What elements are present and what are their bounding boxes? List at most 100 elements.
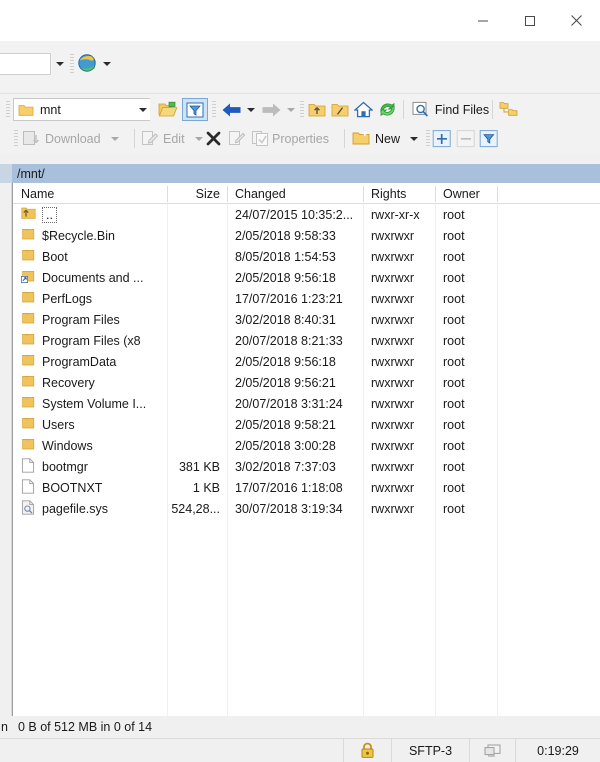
cell-name[interactable]: Program Files (x8: [16, 330, 168, 351]
select-more-button[interactable]: [432, 127, 452, 150]
refresh-button[interactable]: [375, 98, 399, 121]
toolbar-gripper[interactable]: [14, 130, 18, 147]
duplicate-button[interactable]: [251, 127, 269, 150]
column-header-name[interactable]: Name: [16, 183, 168, 204]
remote-path-dropdown[interactable]: [136, 99, 150, 120]
table-row[interactable]: Recovery 2/05/2018 9:56:21 rwxrwxr root: [13, 372, 600, 393]
cell-name[interactable]: Documents and ...: [16, 267, 168, 288]
cell-owner: root: [443, 438, 465, 453]
cell-name[interactable]: $Recycle.Bin: [16, 225, 168, 246]
home-directory-button[interactable]: [351, 98, 375, 121]
toolbar-gripper[interactable]: [212, 101, 216, 118]
column-header-rights[interactable]: Rights: [366, 183, 434, 204]
table-row[interactable]: System Volume I... 20/07/2018 3:31:24 rwxr…: [13, 393, 600, 414]
table-row[interactable]: bootmgr 381 KB 3/02/2018 7:37:03 rwxrwxr roo…: [13, 456, 600, 477]
file-name-label: Windows: [42, 438, 93, 453]
remote-monitor-status[interactable]: [470, 739, 516, 762]
selection-filter-button[interactable]: [479, 127, 499, 150]
column-header-owner[interactable]: Owner: [438, 183, 498, 204]
column-divider[interactable]: [363, 186, 364, 202]
synchronize-browsing-button[interactable]: [497, 98, 520, 121]
cell-rights: rwxrwxr: [371, 270, 415, 285]
column-divider[interactable]: [435, 186, 436, 202]
cell-name[interactable]: System Volume I...: [16, 393, 168, 414]
table-row[interactable]: .. 24/07/2015 10:35:2... rwxr-xr-x root: [13, 204, 600, 225]
winscp-window: mnt Find Files Download Edit Properties …: [0, 0, 600, 762]
navigation-toolbar: mnt Find Files: [0, 93, 600, 124]
session-duration[interactable]: 0:19:29: [516, 739, 600, 762]
table-row[interactable]: pagefile.sys 524,28... 30/07/2018 3:19:34 r…: [13, 498, 600, 519]
cell-name[interactable]: pagefile.sys: [16, 498, 168, 519]
encryption-status[interactable]: [344, 739, 392, 762]
table-row[interactable]: Program Files 3/02/2018 8:40:31 rwxrwxr roo…: [13, 309, 600, 330]
close-button[interactable]: [553, 0, 600, 41]
cell-owner: root: [443, 396, 465, 411]
column-header-changed[interactable]: Changed: [230, 183, 362, 204]
rename-button[interactable]: [228, 127, 246, 150]
file-name-label: pagefile.sys: [42, 501, 109, 516]
filter-button[interactable]: [182, 98, 208, 121]
cell-name[interactable]: PerfLogs: [16, 288, 168, 309]
table-row[interactable]: PerfLogs 17/07/2016 1:23:21 rwxrwxr root: [13, 288, 600, 309]
table-row[interactable]: Program Files (x8 20/07/2018 8:21:33 rwxrw…: [13, 330, 600, 351]
back-button[interactable]: [219, 98, 244, 121]
table-row[interactable]: Boot 8/05/2018 1:54:53 rwxrwxr root: [13, 246, 600, 267]
new-folder-icon: [352, 131, 370, 145]
cell-name[interactable]: ProgramData: [16, 351, 168, 372]
properties-button[interactable]: Properties: [272, 127, 329, 150]
table-row[interactable]: ProgramData 2/05/2018 9:56:18 rwxrwxr root: [13, 351, 600, 372]
new-button[interactable]: New: [352, 127, 419, 150]
cell-name[interactable]: Users: [16, 414, 168, 435]
cell-name[interactable]: ..: [16, 204, 168, 225]
cell-name[interactable]: BOOTNXT: [16, 477, 168, 498]
cell-owner: root: [443, 375, 465, 390]
download-icon: [23, 130, 39, 145]
table-row[interactable]: Documents and ... 2/05/2018 9:56:18 rwxrwx…: [13, 267, 600, 288]
delete-button[interactable]: [205, 127, 222, 150]
session-combo-dropdown[interactable]: [51, 53, 69, 75]
column-divider[interactable]: [227, 186, 228, 202]
toolbar-gripper[interactable]: [70, 54, 74, 74]
download-button[interactable]: Download: [22, 127, 119, 150]
folder-icon: [21, 290, 38, 307]
minimize-button[interactable]: [459, 0, 506, 41]
session-menu-dropdown[interactable]: [99, 53, 115, 75]
maximize-button[interactable]: [506, 0, 553, 41]
cell-size: [168, 414, 225, 435]
cell-name[interactable]: Program Files: [16, 309, 168, 330]
root-directory-button[interactable]: [328, 98, 351, 121]
toolbar-gripper[interactable]: [426, 130, 430, 147]
chevron-down-icon: [139, 107, 147, 112]
cell-rights: rwxrwxr: [371, 291, 415, 306]
edit-button[interactable]: Edit: [141, 127, 203, 150]
table-row[interactable]: BOOTNXT 1 KB 17/07/2016 1:18:08 rwxrwxr root: [13, 477, 600, 498]
find-files-button[interactable]: Find Files: [433, 98, 491, 121]
cell-name[interactable]: Boot: [16, 246, 168, 267]
toolbar-gripper[interactable]: [6, 101, 10, 118]
remote-path-combo[interactable]: mnt: [13, 98, 150, 121]
cell-changed: 8/05/2018 1:54:53: [235, 249, 336, 264]
cell-name[interactable]: Windows: [16, 435, 168, 456]
cell-rights: rwxrwxr: [371, 459, 415, 474]
globe-icon[interactable]: [76, 52, 98, 74]
cell-changed: 20/07/2018 8:21:33: [235, 333, 343, 348]
find-files-icon-button[interactable]: [409, 98, 432, 121]
file-name-label: Boot: [42, 249, 68, 264]
cell-size: [168, 204, 225, 225]
table-row[interactable]: Windows 2/05/2018 3:00:28 rwxrwxr root: [13, 435, 600, 456]
toolbar-gripper[interactable]: [300, 101, 304, 118]
cell-size: [168, 351, 225, 372]
current-path-bar[interactable]: /mnt/: [12, 164, 600, 183]
column-header-size[interactable]: Size: [168, 183, 225, 204]
parent-directory-button[interactable]: [305, 98, 328, 121]
table-row[interactable]: $Recycle.Bin 2/05/2018 9:58:33 rwxrwxr root: [13, 225, 600, 246]
file-name-label: System Volume I...: [42, 396, 147, 411]
column-divider[interactable]: [497, 186, 498, 202]
cell-name[interactable]: bootmgr: [16, 456, 168, 477]
open-directory-button[interactable]: [155, 98, 181, 121]
session-combo-box[interactable]: [0, 53, 51, 75]
table-row[interactable]: Users 2/05/2018 9:58:21 rwxrwxr root: [13, 414, 600, 435]
protocol-status[interactable]: SFTP-3: [392, 739, 470, 762]
cell-name[interactable]: Recovery: [16, 372, 168, 393]
back-history-dropdown[interactable]: [244, 98, 258, 121]
